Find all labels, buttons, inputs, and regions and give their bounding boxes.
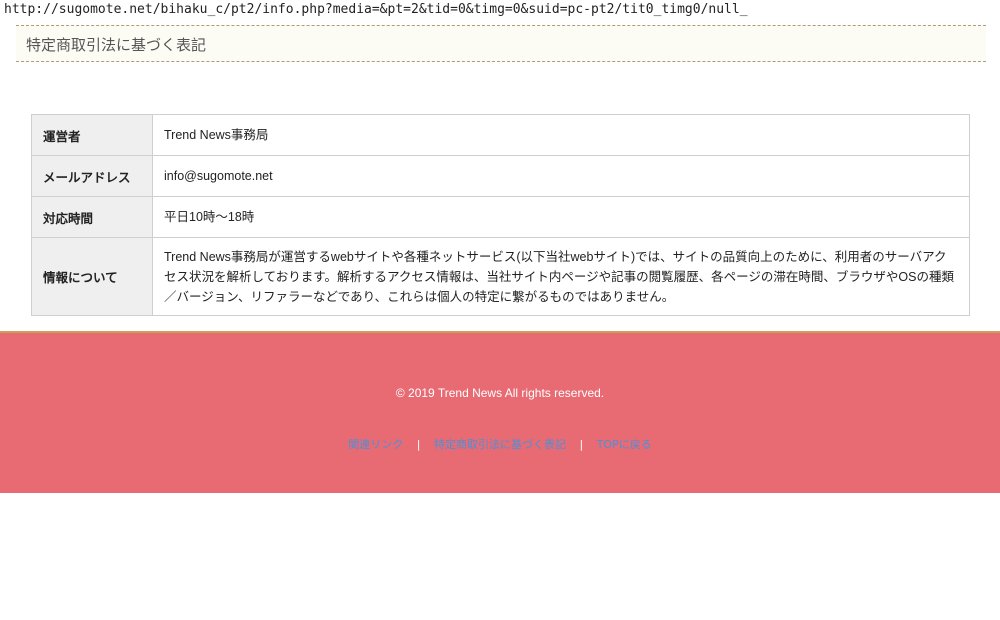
page-title: 特定商取引法に基づく表記 [26,36,207,54]
footer: © 2019 Trend News All rights reserved. 関… [0,331,1000,493]
legal-info-table: 運営者 Trend News事務局 メールアドレス info@sugomote.… [31,114,970,316]
link-separator: | [579,438,584,451]
row-value-info: Trend News事務局が運営するwebサイトや各種ネットサービス(以下当社w… [152,237,970,316]
row-value-operator: Trend News事務局 [152,114,970,156]
link-separator: | [416,438,421,451]
row-label-email: メールアドレス [31,155,153,197]
copyright-text: © 2019 Trend News All rights reserved. [395,386,605,400]
row-value-email: info@sugomote.net [152,155,970,197]
footer-link-top[interactable]: TOPに戻る [597,438,652,451]
footer-links: 関連リンク | 特定商取引法に基づく表記 | TOPに戻る [0,436,1000,452]
row-label-hours: 対応時間 [31,196,153,238]
table-row: 情報について Trend News事務局が運営するwebサイトや各種ネットサービ… [31,237,970,316]
table-row: 運営者 Trend News事務局 [31,114,970,156]
table-row: 対応時間 平日10時～18時 [31,196,970,238]
row-label-info: 情報について [31,237,153,316]
footer-link-legal[interactable]: 特定商取引法に基づく表記 [434,438,566,451]
table-row: メールアドレス info@sugomote.net [31,155,970,197]
row-label-operator: 運営者 [31,114,153,156]
row-value-hours: 平日10時～18時 [152,196,970,238]
page-header: 特定商取引法に基づく表記 [16,25,986,62]
footer-link-related[interactable]: 関連リンク [348,438,403,451]
url-text: http://sugomote.net/bihaku_c/pt2/info.ph… [4,2,748,17]
